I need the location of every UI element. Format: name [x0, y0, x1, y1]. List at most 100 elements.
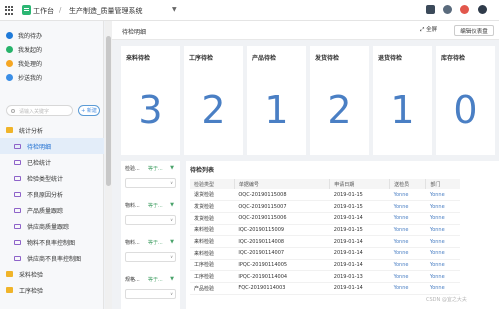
search-input[interactable]: 请输入关键字	[6, 105, 73, 116]
stat-card-label: 工序待检	[189, 55, 214, 62]
stat-card-return: 退货待检 1	[373, 46, 432, 155]
table-row[interactable]: 退货检验 OQC-20190115008 2019-01-15 Yonne Yonne	[190, 189, 460, 202]
filter-operator[interactable]: 等于...	[148, 202, 163, 209]
table-cell: 2019-01-14	[329, 212, 390, 225]
filter-operator[interactable]: 等于...	[148, 165, 163, 172]
filter-value-select[interactable]: ∨	[125, 178, 176, 188]
dashboard-icon	[14, 239, 21, 245]
table-cell: Yonne	[389, 235, 426, 248]
stat-card-label: 退货待检	[378, 55, 403, 62]
table-cell: 工序检验	[190, 270, 235, 283]
filter-field[interactable]: 规格...	[125, 277, 140, 283]
tree-label: 供应商质量跟踪	[27, 223, 70, 231]
sidebar-item-my-initiated[interactable]: 我发起的	[0, 42, 103, 56]
watermark: CSDN @宜之大夫	[426, 297, 467, 303]
document-icon[interactable]	[426, 5, 435, 14]
chevron-down-icon[interactable]: ▼	[170, 239, 174, 245]
tree-item-inspected-stats[interactable]: 已检统计	[0, 154, 104, 170]
filter-card-type: 检验... 等于... ▼ ∨	[121, 161, 180, 201]
help-icon[interactable]	[478, 5, 487, 14]
table-cell: 退货检验	[190, 189, 235, 202]
table-cell: IQC-20190114008	[234, 235, 330, 248]
sidebar-scroll-thumb[interactable]	[106, 36, 111, 186]
table-cell: Yonne	[425, 235, 460, 248]
tree-group-incoming[interactable]: 采料检验	[0, 266, 104, 282]
column-header[interactable]: 单据编号	[233, 179, 330, 189]
tree-label: 产品质量跟踪	[27, 207, 64, 215]
table-cell: OQC-20190115008	[234, 189, 330, 202]
tree-item-product-tracking[interactable]: 产品质量跟踪	[0, 202, 104, 218]
chevron-down-icon[interactable]: ▼	[172, 6, 177, 13]
filter-operator[interactable]: 等于...	[148, 239, 163, 246]
table-row[interactable]: 来料检验 IQC-20190114007 2019-01-14 Yonne Yonne	[190, 247, 460, 260]
tree-item-material-control-chart[interactable]: 物料不良率控制图	[0, 234, 104, 250]
tree-item-supplier-control-chart[interactable]: 供应商不良率控制图	[0, 250, 104, 266]
filter-value-select[interactable]: ∨	[125, 215, 176, 225]
table-cell: Yonne	[425, 270, 460, 283]
sidebar-item-cc-me[interactable]: 抄送我的	[0, 70, 103, 84]
table-cell: Yonne	[389, 282, 426, 295]
table-row[interactable]: 来料检验 IQC-20190114008 2019-01-14 Yonne Yonne	[190, 235, 460, 248]
table-row[interactable]: 发货检验 OQC-20190115007 2019-01-15 Yonne Yonne	[190, 200, 460, 213]
grid-icon[interactable]	[5, 6, 14, 15]
table-cell: Yonne	[425, 212, 460, 225]
table-cell: 2019-01-14	[329, 282, 390, 295]
send-icon	[6, 45, 13, 53]
stat-card-value: 0	[453, 88, 478, 132]
sidebar-item-label: 我的待办	[18, 32, 43, 40]
folder-icon	[6, 287, 13, 293]
tree-item-defect-analysis[interactable]: 不良原因分析	[0, 186, 104, 202]
sidebar-item-label: 抄送我的	[18, 74, 43, 82]
table-cell: Yonne	[389, 259, 426, 272]
chevron-down-icon[interactable]: ▼	[170, 202, 174, 208]
tree-item-type-stats[interactable]: 检验类型统计	[0, 170, 104, 186]
chevron-down-icon[interactable]: ▼	[170, 276, 174, 282]
table-row[interactable]: 产品检验 FQC-20190114003 2019-01-14 Yonne Yonne	[190, 282, 460, 295]
tree-item-supplier-tracking[interactable]: 供应商质量跟踪	[0, 218, 104, 234]
table-cell: Yonne	[389, 200, 426, 213]
table-cell: Yonne	[425, 259, 460, 272]
fullscreen-button[interactable]: ⤢ 全屏	[420, 25, 437, 34]
table-cell: IQC-20190115009	[234, 224, 330, 237]
filter-field[interactable]: 物料...	[125, 240, 140, 246]
table-row[interactable]: 发货检验 OQC-20190115006 2019-01-14 Yonne Yonne	[190, 212, 460, 225]
filter-value-select[interactable]: ∨	[125, 252, 176, 262]
system-switcher[interactable]: 生产制造_质量管理系统	[69, 6, 143, 16]
folder-icon	[6, 127, 13, 133]
edit-dashboard-button[interactable]: 编辑仪表盘	[454, 25, 494, 36]
table-cell: 2019-01-14	[329, 247, 390, 260]
tree-group-stats[interactable]: 统计分析	[0, 122, 104, 138]
tree-label: 工序检验	[19, 287, 44, 295]
tree-label: 已检统计	[27, 159, 52, 167]
column-header[interactable]: 部门	[425, 179, 460, 189]
dashboard-icon	[14, 159, 21, 165]
table-row[interactable]: 来料检验 IQC-20190115009 2019-01-15 Yonne Yonne	[190, 224, 460, 237]
table-cell: FQC-20190114003	[234, 282, 330, 295]
stat-card-product: 产品待检 1	[247, 46, 306, 155]
filter-value-select[interactable]: ∨	[125, 289, 176, 299]
column-header[interactable]: 送检员	[389, 179, 426, 189]
sidebar-item-my-todo[interactable]: 我的待办	[0, 28, 103, 42]
table-cell: 2019-01-14	[329, 259, 390, 272]
column-header[interactable]: 检验类型	[190, 179, 235, 189]
table-row[interactable]: 工序检验 IPQC-20190114005 2019-01-14 Yonne Yonne	[190, 259, 460, 272]
filter-field[interactable]: 物料...	[125, 203, 140, 209]
new-button[interactable]: + 新建	[78, 105, 100, 116]
tree-group-process[interactable]: 工序检验	[0, 282, 104, 298]
table-cell: IPQC-20190114005	[234, 259, 330, 272]
workspace-link[interactable]: 工作台	[33, 6, 54, 16]
sidebar-item-my-handled[interactable]: 我处理的	[0, 56, 103, 70]
notification-icon[interactable]	[460, 5, 469, 14]
sidebar: 我的待办 我发起的 我处理的 抄送我的 请输入关键字 + 新建 统计分析 待检明…	[0, 21, 104, 309]
chevron-down-icon[interactable]: ▼	[170, 165, 174, 171]
user-icon[interactable]	[443, 5, 452, 14]
filter-operator[interactable]: 等于...	[148, 276, 163, 283]
dashboard-header: 待检明细 ⤢ 全屏 编辑仪表盘	[112, 21, 499, 40]
filter-field[interactable]: 检验...	[125, 166, 140, 172]
table-row[interactable]: 工序检验 IPQC-20190114004 2019-01-13 Yonne Yonne	[190, 270, 460, 283]
folder-icon	[6, 271, 13, 277]
breadcrumb-separator: /	[59, 6, 62, 14]
column-header[interactable]: 申请日期	[329, 179, 390, 189]
tree-label: 待检明细	[27, 143, 52, 151]
tree-item-pending-detail[interactable]: 待检明细	[0, 138, 104, 154]
